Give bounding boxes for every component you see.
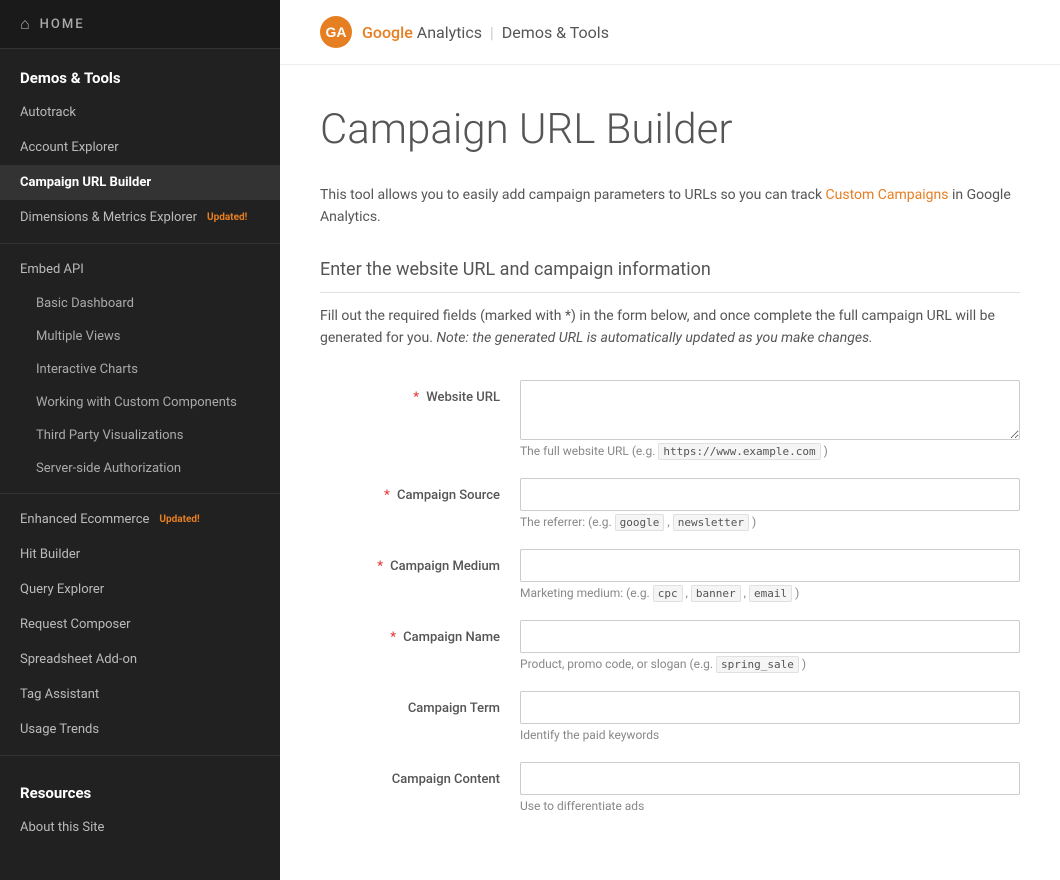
campaign-source-input[interactable]	[520, 478, 1020, 511]
hint-code-spring-sale: spring_sale	[716, 656, 799, 673]
sidebar-item-embed-api[interactable]: Embed API	[0, 252, 280, 287]
label-campaign-medium: * Campaign Medium	[320, 549, 500, 574]
required-star-website-url: *	[413, 390, 419, 405]
form-row-website-url: * Website URL The full website URL (e.g.…	[320, 380, 1020, 458]
sidebar: ⌂ HOME Demos & Tools Autotrack Account E…	[0, 0, 280, 880]
form-row-campaign-content: Campaign Content Use to differentiate ad…	[320, 762, 1020, 813]
field-group-campaign-medium: Marketing medium: (e.g. cpc , banner , e…	[520, 549, 1020, 600]
sidebar-divider-3	[0, 755, 280, 756]
sidebar-main-section-title: Demos & Tools	[0, 49, 280, 95]
field-group-campaign-source: The referrer: (e.g. google , newsletter …	[520, 478, 1020, 529]
required-star-campaign-source: *	[384, 488, 390, 503]
sidebar-item-account-explorer[interactable]: Account Explorer	[0, 130, 280, 165]
sidebar-item-autotrack[interactable]: Autotrack	[0, 95, 280, 130]
hint-campaign-content: Use to differentiate ads	[520, 799, 1020, 813]
hint-code-google: google	[615, 514, 665, 531]
hint-website-url: The full website URL (e.g. https://www.e…	[520, 444, 1020, 458]
label-campaign-content: Campaign Content	[320, 762, 500, 787]
main-content: GA Google Analytics | Demos & Tools Camp…	[280, 0, 1060, 880]
section-heading: Enter the website URL and campaign infor…	[320, 259, 1020, 293]
sidebar-resources-title: Resources	[0, 764, 280, 810]
field-group-website-url: The full website URL (e.g. https://www.e…	[520, 380, 1020, 458]
sidebar-divider-2	[0, 493, 280, 494]
hint-campaign-source: The referrer: (e.g. google , newsletter …	[520, 515, 1020, 529]
label-campaign-term: Campaign Term	[320, 691, 500, 716]
campaign-medium-input[interactable]	[520, 549, 1020, 582]
sidebar-item-multiple-views[interactable]: Multiple Views	[0, 320, 280, 353]
sidebar-item-request-composer[interactable]: Request Composer	[0, 607, 280, 642]
custom-campaigns-link[interactable]: Custom Campaigns	[826, 187, 949, 203]
sidebar-item-interactive-charts[interactable]: Interactive Charts	[0, 353, 280, 386]
campaign-content-input[interactable]	[520, 762, 1020, 795]
fill-instructions-note: Note: the generated URL is automatically…	[436, 330, 872, 346]
dimensions-metrics-updated-badge: Updated!	[207, 212, 247, 223]
sidebar-divider-1	[0, 243, 280, 244]
hint-code-cpc: cpc	[653, 585, 683, 602]
ga-logo-icon: GA	[320, 16, 352, 48]
sidebar-item-custom-components[interactable]: Working with Custom Components	[0, 386, 280, 419]
required-star-campaign-name: *	[390, 630, 396, 645]
hint-campaign-name: Product, promo code, or slogan (e.g. spr…	[520, 657, 1020, 671]
field-group-campaign-content: Use to differentiate ads	[520, 762, 1020, 813]
label-campaign-name: * Campaign Name	[320, 620, 500, 645]
enhanced-ecommerce-updated-badge: Updated!	[159, 514, 199, 525]
hint-campaign-medium: Marketing medium: (e.g. cpc , banner , e…	[520, 586, 1020, 600]
hint-code-newsletter: newsletter	[673, 514, 749, 531]
header: GA Google Analytics | Demos & Tools	[280, 0, 1060, 65]
intro-text: This tool allows you to easily add campa…	[320, 184, 1020, 229]
content-area: Campaign URL Builder This tool allows yo…	[280, 65, 1060, 880]
sidebar-item-campaign-url-builder[interactable]: Campaign URL Builder	[0, 165, 280, 200]
intro-prefix: This tool allows you to easily add campa…	[320, 187, 826, 203]
sidebar-item-dimensions-metrics[interactable]: Dimensions & Metrics Explorer Updated!	[0, 200, 280, 235]
sidebar-item-third-party[interactable]: Third Party Visualizations	[0, 419, 280, 452]
label-campaign-source: * Campaign Source	[320, 478, 500, 503]
sidebar-item-about[interactable]: About this Site	[0, 810, 280, 845]
hint-code-email: email	[749, 585, 792, 602]
sidebar-item-enhanced-ecommerce[interactable]: Enhanced Ecommerce Updated!	[0, 502, 280, 537]
form-row-campaign-name: * Campaign Name Product, promo code, or …	[320, 620, 1020, 671]
hint-code-banner: banner	[691, 585, 741, 602]
svg-text:GA: GA	[326, 24, 347, 40]
field-group-campaign-name: Product, promo code, or slogan (e.g. spr…	[520, 620, 1020, 671]
website-url-input[interactable]	[520, 380, 1020, 440]
page-title: Campaign URL Builder	[320, 105, 1020, 154]
home-icon: ⌂	[20, 14, 30, 34]
sidebar-item-query-explorer[interactable]: Query Explorer	[0, 572, 280, 607]
hint-code-website-url: https://www.example.com	[658, 443, 820, 460]
campaign-term-input[interactable]	[520, 691, 1020, 724]
required-star-campaign-medium: *	[377, 559, 383, 574]
form-row-campaign-source: * Campaign Source The referrer: (e.g. go…	[320, 478, 1020, 529]
campaign-name-input[interactable]	[520, 620, 1020, 653]
sidebar-item-spreadsheet[interactable]: Spreadsheet Add-on	[0, 642, 280, 677]
sidebar-item-server-auth[interactable]: Server-side Authorization	[0, 452, 280, 485]
home-label: HOME	[40, 17, 85, 32]
sidebar-header[interactable]: ⌂ HOME	[0, 0, 280, 49]
sidebar-item-hit-builder[interactable]: Hit Builder	[0, 537, 280, 572]
form-row-campaign-medium: * Campaign Medium Marketing medium: (e.g…	[320, 549, 1020, 600]
header-brand: Google Analytics | Demos & Tools	[362, 23, 609, 42]
fill-instructions: Fill out the required fields (marked wit…	[320, 305, 1020, 350]
label-website-url: * Website URL	[320, 380, 500, 405]
form-row-campaign-term: Campaign Term Identify the paid keywords	[320, 691, 1020, 742]
sidebar-item-tag-assistant[interactable]: Tag Assistant	[0, 677, 280, 712]
hint-campaign-term: Identify the paid keywords	[520, 728, 1020, 742]
field-group-campaign-term: Identify the paid keywords	[520, 691, 1020, 742]
sidebar-item-basic-dashboard[interactable]: Basic Dashboard	[0, 287, 280, 320]
sidebar-item-usage-trends[interactable]: Usage Trends	[0, 712, 280, 747]
